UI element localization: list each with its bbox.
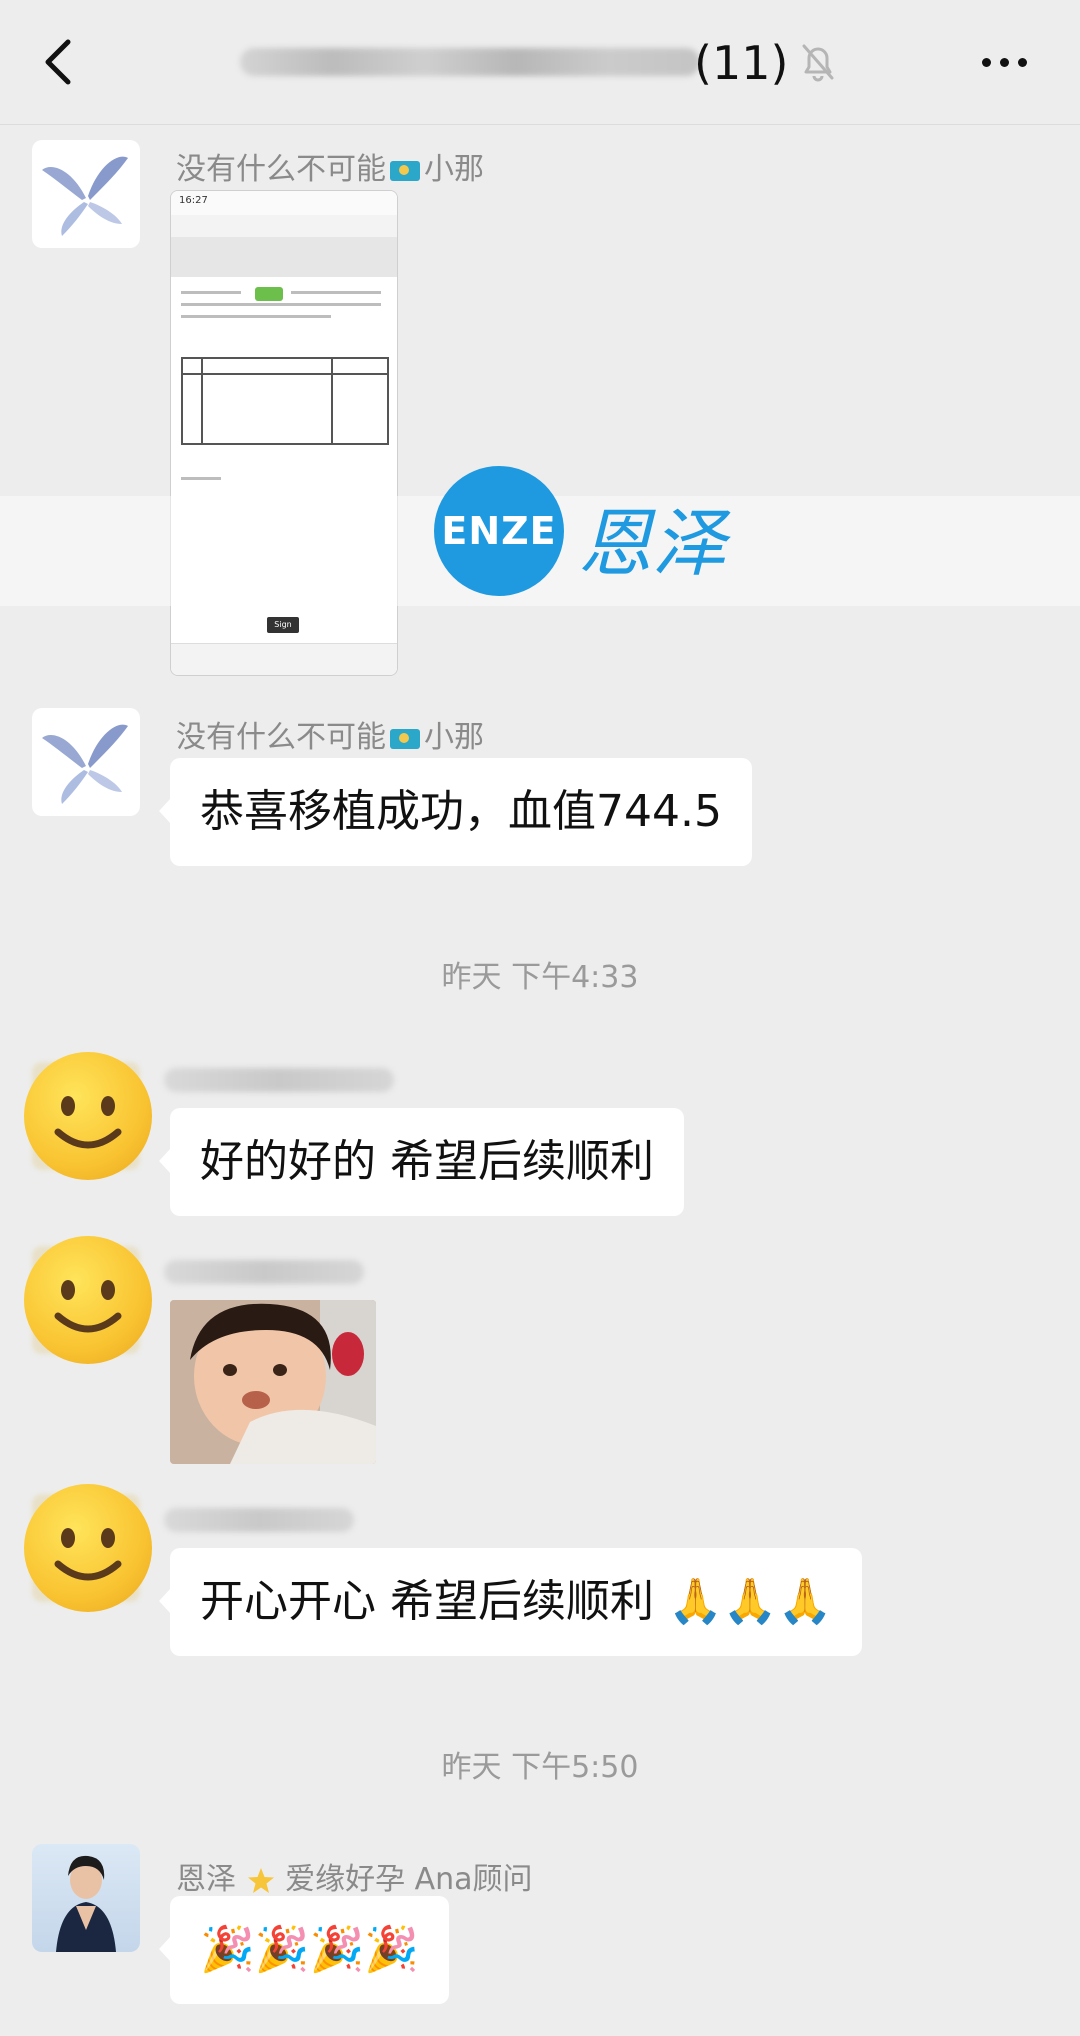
more-dot xyxy=(1000,58,1009,67)
avatar-butterfly[interactable] xyxy=(32,708,140,816)
shot-table-col xyxy=(331,359,333,443)
watermark-brand: 恩泽 xyxy=(578,501,726,587)
watermark-logo: ENZE xyxy=(434,466,564,596)
shot-table xyxy=(181,357,389,445)
sticker-image[interactable] xyxy=(170,1300,376,1464)
avatar-butterfly[interactable] xyxy=(32,140,140,248)
shot-toolbar xyxy=(171,215,397,238)
sender-name-suffix: 爱缘好孕 Ana顾问 xyxy=(285,1862,533,1897)
sender-name: 没有什么不可能 小那 xyxy=(176,712,484,756)
flag-kazakhstan-icon xyxy=(390,728,420,749)
timestamp: 昨天 下午4:33 xyxy=(441,960,639,995)
bell-muted-icon xyxy=(802,44,834,82)
member-count: (11) xyxy=(694,36,789,90)
shot-status-time: 16:27 xyxy=(179,195,208,206)
back-button[interactable] xyxy=(32,30,92,94)
more-options-button[interactable] xyxy=(978,44,1032,80)
sender-name: 没有什么不可能 小那 xyxy=(176,144,484,188)
redacted-group-name xyxy=(240,48,700,76)
chat-header: (11) xyxy=(0,0,1080,125)
flag-kazakhstan-icon xyxy=(390,160,420,181)
redacted-sender-name xyxy=(164,1508,354,1532)
sender-name: 恩泽 爱缘好孕 Ana顾问 xyxy=(176,1854,533,1898)
shot-button: Sign xyxy=(267,617,299,633)
sender-name-suffix: 小那 xyxy=(424,720,484,755)
avatar-smiley[interactable] xyxy=(24,1052,164,1192)
shot-logo xyxy=(255,287,283,301)
message-bubble[interactable]: 好的好的 希望后续顺利 xyxy=(159,1108,684,1216)
shot-text-line xyxy=(181,315,331,318)
message-bubble[interactable]: 恭喜移植成功，血值744.5 xyxy=(159,758,752,866)
star-icon xyxy=(247,1867,274,1893)
shot-table-row xyxy=(183,373,387,375)
person-avatar-icon xyxy=(56,1855,116,1952)
shot-table-col xyxy=(201,359,203,443)
more-dots-icon xyxy=(982,58,991,67)
sender-name-text: 恩泽 xyxy=(176,1862,236,1897)
shot-text-line xyxy=(181,303,381,306)
smiley-avatar-icon xyxy=(24,1236,152,1364)
redacted-sender-name xyxy=(164,1068,394,1092)
butterfly-icon xyxy=(42,724,128,804)
chat-title: (11) xyxy=(240,34,840,94)
sender-name-text: 没有什么不可能 xyxy=(176,152,386,187)
butterfly-icon xyxy=(42,156,128,236)
sender-name-suffix: 小那 xyxy=(424,152,484,187)
shot-nav-bar xyxy=(171,643,397,675)
message-bubble[interactable]: 开心开心 希望后续顺利 🙏🙏🙏 xyxy=(158,1548,863,1656)
back-chevron-icon xyxy=(45,39,71,85)
more-dot xyxy=(1018,58,1027,67)
avatar-smiley[interactable] xyxy=(24,1236,164,1376)
avatar-consultant[interactable] xyxy=(32,1844,140,1952)
redacted-sender-name xyxy=(164,1260,364,1284)
sender-name-text: 没有什么不可能 xyxy=(176,720,386,755)
shot-signature-line xyxy=(181,477,221,480)
message-bubble[interactable]: 🎉🎉🎉🎉 xyxy=(158,1896,450,2004)
sticker-girl-icon xyxy=(170,1300,376,1464)
timestamp: 昨天 下午5:50 xyxy=(441,1750,639,1785)
mute-indicator xyxy=(800,42,836,82)
shot-text-line xyxy=(181,291,241,294)
shot-grey-band xyxy=(171,237,397,277)
shot-text-line xyxy=(291,291,381,294)
avatar-smiley[interactable] xyxy=(24,1484,164,1624)
smiley-avatar-icon xyxy=(24,1052,152,1180)
smiley-avatar-icon xyxy=(24,1484,152,1612)
shot-status-bar: 16:27 xyxy=(171,191,397,215)
